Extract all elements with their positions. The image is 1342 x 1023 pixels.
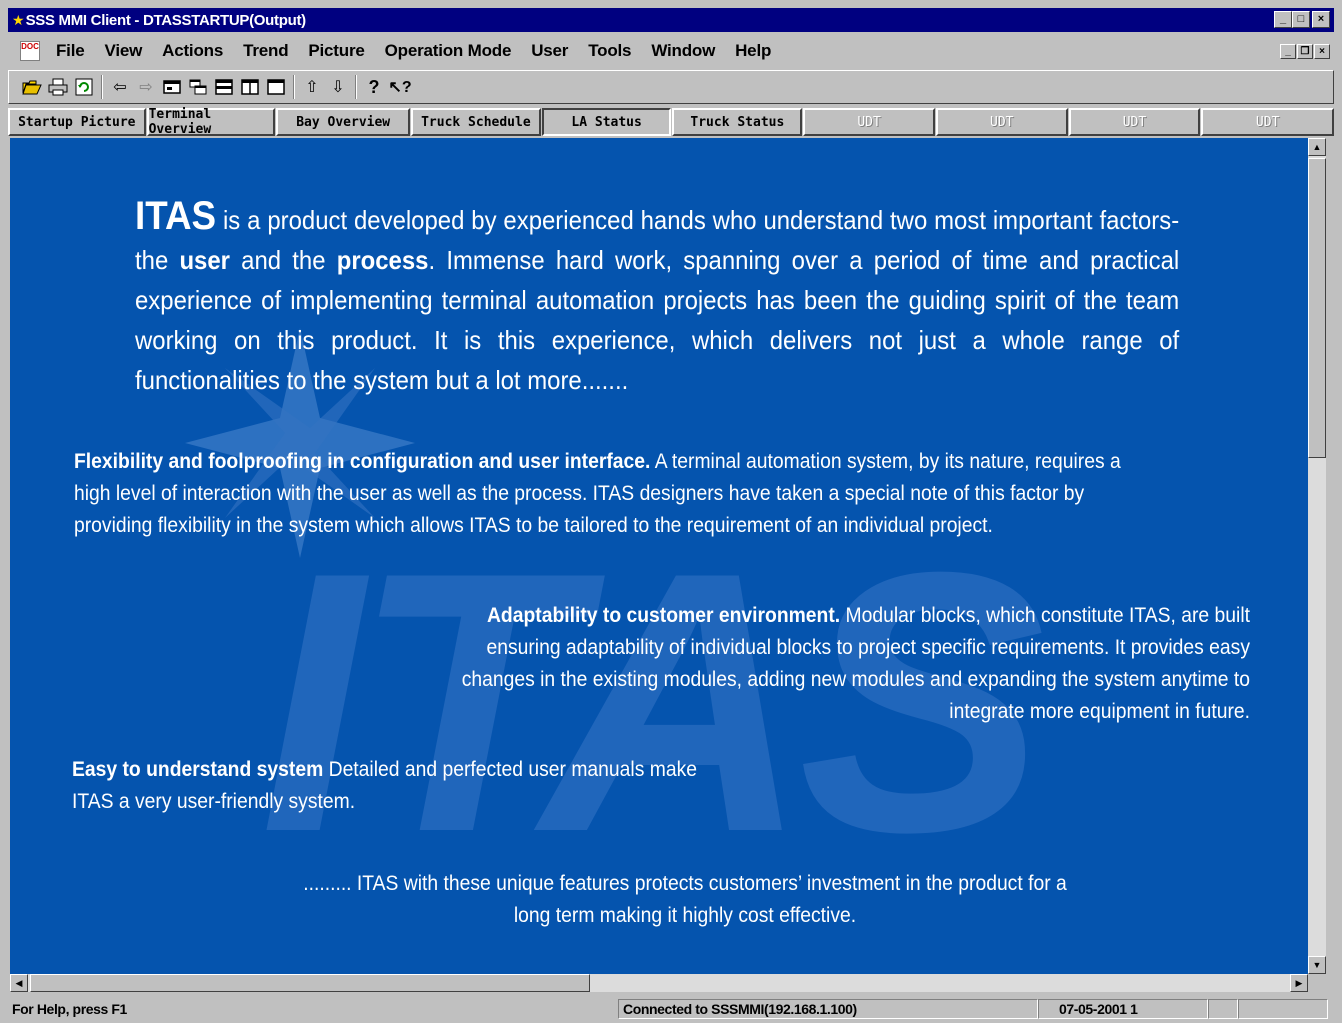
menu-tools[interactable]: Tools [578,41,641,61]
truck-schedule-button[interactable]: Truck Schedule [411,108,541,136]
menu-operation-mode[interactable]: Operation Mode [375,41,522,61]
forward-arrow-icon[interactable]: ⇨ [133,74,159,100]
bay-overview-button[interactable]: Bay Overview [276,108,411,136]
adaptability-paragraph: Adaptability to customer environment. Mo… [414,600,1250,728]
context-help-icon[interactable]: ↖? [387,74,413,100]
closing-paragraph: ......... ITAS with these unique feature… [303,872,1067,927]
scroll-up-icon[interactable]: ▲ [1308,138,1326,156]
status-pane-empty [1208,999,1238,1019]
intro-user: user [179,245,230,275]
horizontal-scroll-thumb[interactable] [30,974,590,992]
la-status-button[interactable]: LA Status [541,108,672,136]
help-hint: For Help, press F1 [12,1001,127,1017]
menu-help[interactable]: Help [725,41,781,61]
tile-horizontal-icon[interactable] [211,74,237,100]
maximize-button[interactable]: □ [1292,11,1310,28]
easy-heading: Easy to understand system [72,758,324,781]
mdi-close-button[interactable]: × [1314,44,1330,59]
startup-picture-canvas: ITAS ITAS is a product developed by expe… [10,138,1308,974]
vertical-scrollbar[interactable]: ▲ ▼ [1308,138,1326,974]
status-bar: For Help, press F1 Connected to SSSMMI(1… [8,998,1334,1020]
menu-actions[interactable]: Actions [152,41,233,61]
menu-bar: DOC File View Actions Trend Picture Oper… [8,36,1334,66]
udt-button-4[interactable]: UDT [1201,108,1335,136]
toolbar-separator [355,75,357,99]
udt-button-3[interactable]: UDT [1068,108,1201,136]
menu-window[interactable]: Window [641,41,725,61]
scroll-down-icon[interactable]: ▼ [1308,956,1326,974]
mdi-controls: _ ❐ × [1280,44,1330,59]
easy-paragraph: Easy to understand system Detailed and p… [72,754,734,818]
title-bar[interactable]: ★ SSS MMI Client - DTASSTARTUP(Output) _… [8,8,1334,32]
intro-lead: ITAS [135,194,217,238]
minimize-button[interactable]: _ [1274,11,1292,28]
menu-file[interactable]: File [46,41,95,61]
star-icon: ★ [12,11,25,28]
horizontal-scrollbar[interactable]: ◀ ▶ [10,974,1308,992]
cascade-icon[interactable] [185,74,211,100]
open-folder-icon[interactable] [19,74,45,100]
intro-text-2: and the [229,245,337,275]
up-arrow-icon[interactable]: ⇧ [299,74,325,100]
down-arrow-icon[interactable]: ⇩ [325,74,351,100]
toolbar-separator [101,75,103,99]
udt-button-1[interactable]: UDT [803,108,935,136]
refresh-icon[interactable] [71,74,97,100]
document-icon[interactable]: DOC [20,41,40,61]
scroll-corner [1308,974,1326,992]
menu-picture[interactable]: Picture [298,41,374,61]
flexibility-heading: Flexibility and foolproofing in configur… [74,450,651,473]
picture-navigation-bar: Startup Picture Terminal Overview Bay Ov… [8,107,1335,137]
connection-status: Connected to SSSMMI(192.168.1.100) [618,999,1038,1019]
window-icon[interactable] [263,74,289,100]
back-arrow-icon[interactable]: ⇦ [107,74,133,100]
mdi-minimize-button[interactable]: _ [1280,44,1296,59]
date-display: 07-05-2001 1 [1038,999,1208,1019]
intro-paragraph: ITAS is a product developed by experienc… [135,196,1179,400]
flexibility-paragraph: Flexibility and foolproofing in configur… [74,446,1160,542]
truck-status-button[interactable]: Truck Status [672,108,803,136]
panel-icon[interactable] [159,74,185,100]
mdi-restore-button[interactable]: ❐ [1297,44,1313,59]
vertical-scroll-thumb[interactable] [1308,158,1326,458]
startup-picture-button[interactable]: Startup Picture [8,108,146,136]
toolbar: ⇦ ⇨ ⇧ ⇩ ? ↖? [8,70,1334,104]
menu-user[interactable]: User [521,41,578,61]
scroll-left-icon[interactable]: ◀ [10,974,28,992]
status-pane-empty-2 [1238,999,1328,1019]
print-icon[interactable] [45,74,71,100]
window-controls: _ □ × [1274,11,1330,28]
intro-process: process [336,245,429,275]
window-title: SSS MMI Client - DTASSTARTUP(Output) [25,11,307,29]
udt-button-2[interactable]: UDT [935,108,1068,136]
terminal-overview-button[interactable]: Terminal Overview [146,107,276,137]
tile-vertical-icon[interactable] [237,74,263,100]
menu-view[interactable]: View [95,41,153,61]
adaptability-heading: Adaptability to customer environment. [486,604,841,627]
menu-trend[interactable]: Trend [233,41,298,61]
toolbar-separator [293,75,295,99]
close-button[interactable]: × [1312,11,1330,28]
help-icon[interactable]: ? [361,74,387,100]
scroll-right-icon[interactable]: ▶ [1290,974,1308,992]
